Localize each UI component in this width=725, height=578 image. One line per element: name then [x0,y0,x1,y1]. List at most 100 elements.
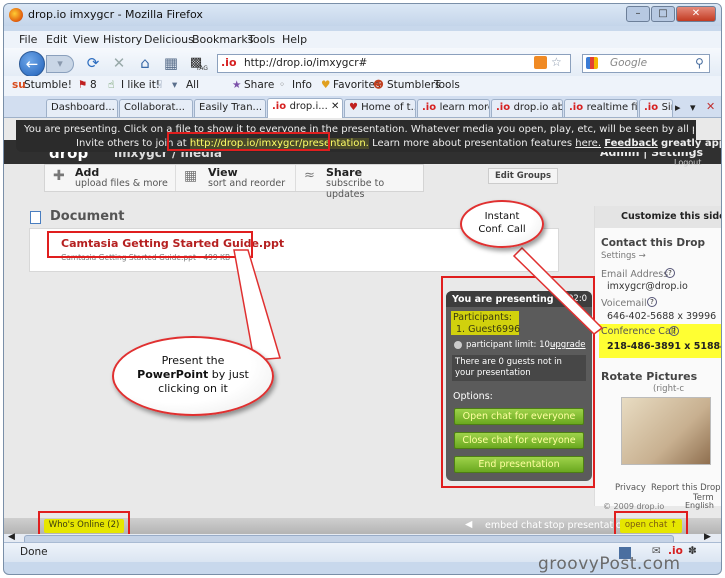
info-icon: ◦ [279,79,286,91]
url-highlight-box [167,132,330,151]
tab-collaborate[interactable]: Collaborat... [119,99,193,117]
forward-button[interactable]: ▾ [46,55,74,73]
conf-call-callout: Instant Conf. Call [460,200,544,248]
tab-scroll-right-icon[interactable]: ▸ [675,101,681,114]
stumble-count: 8 [90,79,97,91]
voicemail-help-icon[interactable]: ? [647,297,657,307]
tab-realtime[interactable]: .io realtime fil... [564,99,638,117]
tab-dropio-about[interactable]: .io drop.io ab... [491,99,563,117]
title-bar: drop.io imxygcr - Mozilla Firefox – □ ✕ [4,4,721,26]
document-icon [30,211,41,224]
page-icon[interactable]: ▦ [162,54,180,72]
menu-view[interactable]: View [73,33,99,46]
stumblers-button[interactable]: Stumblers [387,79,441,91]
copyright-text: © 2009 drop.io [603,502,665,511]
menu-history[interactable]: History [103,33,142,46]
share-rss-icon: ≈ [304,168,315,183]
tab-dashboard[interactable]: Dashboard... [46,99,118,117]
dropdown-icon[interactable]: ▾ [172,79,177,91]
rotate-picture-thumbnail[interactable] [621,397,711,465]
stumble-button[interactable]: Stumble! [24,79,72,91]
all-button[interactable]: All [186,79,199,91]
menu-tools[interactable]: Tools [248,33,275,46]
powerpoint-callout-pre: Present the [161,354,225,367]
reload-icon[interactable]: ⟳ [84,54,102,72]
stumbleupon-toolbar: su Stumble! ⚑ 8 ☝ I like it! ☟ ▾ All ★ S… [4,76,721,96]
close-tab-icon[interactable]: ✕ [331,101,339,112]
edit-groups-button[interactable]: Edit Groups [488,168,558,184]
stumblers-icon: ☻ [373,79,384,91]
scroll-left-icon[interactable]: ◀ [8,532,15,542]
tab-easily-transfer[interactable]: Easily Tran... [194,99,266,117]
menu-bookmarks[interactable]: Bookmarks [192,33,253,46]
feedback-link[interactable]: Feedback [604,138,658,149]
info-button[interactable]: Info [292,79,312,91]
customize-sidebar-bar[interactable]: Customize this sidebar [595,206,721,228]
rss-icon[interactable] [534,56,547,69]
menu-file[interactable]: File [19,33,37,46]
tools-button[interactable]: Tools [434,79,460,91]
share-icon: ★ [232,79,242,91]
embed-chat-link[interactable]: embed chat [485,520,542,531]
rotate-pictures-title: Rotate Pictures [601,370,698,383]
voicemail-number: 646-402-5688 x 39996 [607,311,717,322]
back-button[interactable]: ← [19,51,45,77]
tab-sim[interactable]: .io Sim [639,99,673,117]
search-box[interactable]: Google ⚲ [582,54,710,73]
share-action[interactable]: ≈ Share subscribe to updates [295,165,423,200]
scroll-right-icon[interactable]: ▶ [704,532,711,542]
favorites-icon: ♥ [321,79,331,91]
tab-dropio-active[interactable]: .io drop.i... ✕ [267,98,343,118]
navigation-bar: ← ▾ ⟳ ✕ ⌂ ▦ ▩ TAG .io http://drop.io/imx… [4,48,721,77]
tab-label: Sim [661,102,672,113]
here-link[interactable]: here. [575,138,601,149]
email-help-icon[interactable]: ? [665,268,675,278]
tag-button[interactable]: TAG [196,65,208,72]
status-text: Done [20,546,48,558]
stop-icon[interactable]: ✕ [110,54,128,72]
home-icon[interactable]: ⌂ [136,54,154,72]
menu-bar: File Edit View History Delicious Bookmar… [4,31,721,48]
search-icon[interactable]: ⚲ [695,56,704,70]
thumbs-up-icon: ☝ [108,79,115,91]
url-bar[interactable]: .io http://drop.io/imxygcr# ☆ [217,54,571,73]
view-action[interactable]: ▦ View sort and reorder [175,165,293,191]
tab-label: drop.io ab... [513,102,563,113]
groovypost-watermark: groovyPost.com [538,554,681,574]
report-drop-link[interactable]: Report this Drop [651,483,721,493]
presentation-banner: You are presenting. Click on a file to s… [16,120,721,152]
menu-edit[interactable]: Edit [46,33,67,46]
bookmark-star-icon[interactable]: ☆ [551,55,562,69]
like-button[interactable]: I like it! [121,79,160,91]
thumbs-down-icon[interactable]: ☟ [156,79,162,91]
contact-title: Contact this Drop [601,237,706,249]
minimize-button[interactable]: – [626,6,650,22]
tab-label: Easily Tran... [199,102,263,113]
tab-label: drop.i... [289,101,328,112]
url-text: http://drop.io/imxygcr# [244,57,368,69]
tab-home-of[interactable]: ♥ Home of t... [344,99,416,117]
browser-window: drop.io imxygcr - Mozilla Firefox – □ ✕ … [3,3,722,575]
conference-help-icon[interactable]: ? [669,326,679,336]
status-bug-icon[interactable]: ✽ [688,545,697,557]
tab-learn-more[interactable]: .io learn more... [417,99,490,117]
menu-help[interactable]: Help [282,33,307,46]
logout-link[interactable]: Logout [674,158,701,167]
tab-close-icon[interactable]: ✕ [706,100,715,113]
language-link[interactable]: English [685,501,714,510]
site-favicon-icon: .io [221,56,237,69]
menu-delicious[interactable]: Delicious [144,33,194,46]
window-title: drop.io imxygcr - Mozilla Firefox [28,8,203,21]
page-content: drop imxygcr / media Admin | Settings Lo… [4,118,721,543]
add-subtitle: upload files & more [75,178,168,189]
speaker-icon[interactable]: ◀ [465,519,472,530]
add-action[interactable]: ✚ Add upload files & more [45,165,173,191]
close-window-button[interactable]: ✕ [676,6,716,22]
tab-label: realtime fil... [586,102,638,113]
search-placeholder: Google [610,57,648,69]
share-button[interactable]: Share [244,79,274,91]
tab-label: Collaborat... [124,102,185,113]
tab-list-icon[interactable]: ▾ [690,101,696,114]
maximize-button[interactable]: □ [651,6,675,22]
privacy-link[interactable]: Privacy [615,483,646,493]
